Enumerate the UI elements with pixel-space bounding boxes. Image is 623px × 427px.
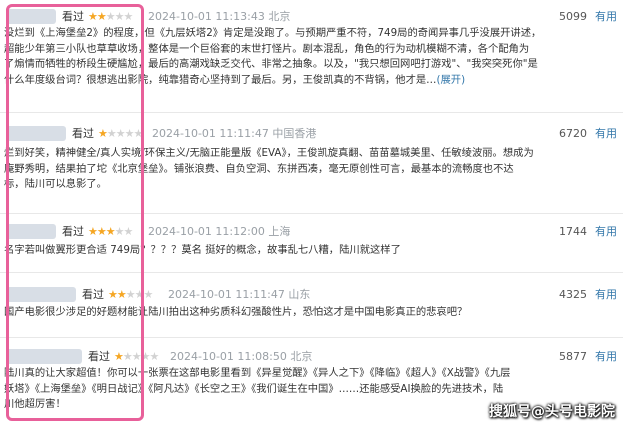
highlight-frame [6, 4, 144, 421]
review-location: 北京 [290, 350, 313, 363]
useful-count: 6720 [559, 127, 587, 140]
useful-count: 1744 [559, 225, 587, 238]
useful-count: 4325 [559, 288, 587, 301]
star-empty-icon: ★ [143, 288, 154, 301]
review-location: 上海 [268, 225, 291, 238]
watermark: 搜狐号@头号电影院 [489, 404, 615, 420]
useful-button[interactable]: 有用 [595, 125, 617, 143]
review-meta: 2024-10-01 11:13:43 北京 [148, 8, 290, 26]
useful-count: 5877 [559, 350, 587, 363]
review-meta: 2024-10-01 11:12:00 上海 [148, 223, 290, 241]
review-location: 北京 [268, 10, 291, 23]
review-meta: 2024-10-01 11:08:50 北京 [170, 348, 312, 366]
useful-count: 5099 [559, 10, 587, 23]
star-empty-icon: ★ [149, 350, 160, 363]
review-time: 2024-10-01 11:13:43 [148, 10, 265, 23]
review-location: 中国香港 [272, 127, 317, 140]
review-location: 山东 [288, 288, 311, 301]
expand-link[interactable]: (展开) [436, 74, 465, 86]
useful-button[interactable]: 有用 [595, 223, 617, 241]
useful-button[interactable]: 有用 [595, 286, 617, 304]
review-time: 2024-10-01 11:08:50 [170, 350, 287, 363]
useful-button[interactable]: 有用 [595, 8, 617, 26]
review-meta: 2024-10-01 11:11:47 山东 [168, 286, 310, 304]
review-time: 2024-10-01 11:11:47 [168, 288, 285, 301]
review-meta: 2024-10-01 11:11:47 中国香港 [152, 125, 316, 143]
review-time: 2024-10-01 11:12:00 [148, 225, 265, 238]
review-time: 2024-10-01 11:11:47 [152, 127, 269, 140]
useful-button[interactable]: 有用 [595, 348, 617, 366]
